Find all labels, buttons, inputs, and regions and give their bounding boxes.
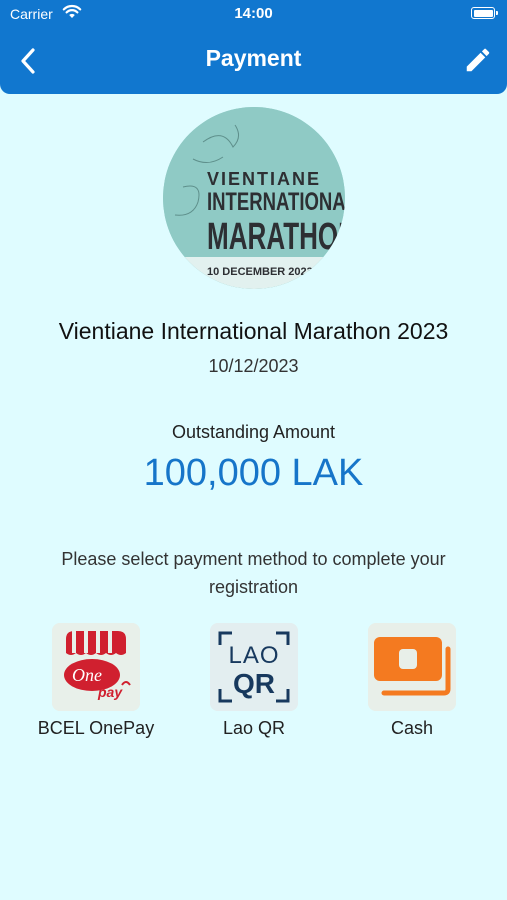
bcel-onepay-label: BCEL OnePay — [37, 718, 155, 738]
logo-date-line: 10 DECEMBER 2023 — [207, 266, 313, 278]
page-title: Payment — [205, 45, 302, 71]
payment-method-bcel-onepay[interactable]: One pay BCEL OnePay — [21, 623, 171, 743]
status-bar: Carrier 14:00 — [0, 0, 507, 28]
outstanding-amount-value: 100,000 LAK — [143, 452, 364, 494]
bcel-onepay-icon: One pay — [52, 623, 140, 711]
logo-text-line3: MARATHON — [207, 216, 345, 258]
payment-method-cash[interactable]: Cash — [337, 623, 487, 743]
edit-button[interactable] — [463, 45, 493, 75]
event-name: Vientiane International Marathon 2023 — [58, 318, 449, 344]
svg-text:LAO: LAO — [228, 642, 279, 669]
logo-text-line2: INTERNATIONAL — [207, 188, 345, 216]
event-logo: VIENTIANE INTERNATIONAL MARATHON 10 DECE… — [163, 107, 345, 289]
payment-method-lao-qr[interactable]: LAO QR Lao QR — [179, 623, 329, 743]
event-date: 10/12/2023 — [208, 356, 299, 376]
lao-qr-icon: LAO QR — [210, 623, 298, 711]
payment-instruction: Please select payment method to complete… — [61, 549, 446, 597]
battery-icon — [471, 7, 498, 19]
cash-icon — [368, 623, 456, 711]
pencil-icon — [466, 48, 490, 72]
svg-text:pay: pay — [97, 684, 123, 700]
clock-time: 14:00 — [234, 5, 273, 22]
logo-text-line1: VIENTIANE — [207, 169, 321, 189]
lao-qr-label: Lao QR — [222, 718, 286, 738]
cash-label: Cash — [390, 718, 434, 738]
svg-text:One: One — [72, 665, 102, 685]
outstanding-amount-label: Outstanding Amount — [171, 422, 336, 442]
svg-text:QR: QR — [233, 668, 275, 699]
navigation-bar: Payment — [0, 28, 507, 94]
